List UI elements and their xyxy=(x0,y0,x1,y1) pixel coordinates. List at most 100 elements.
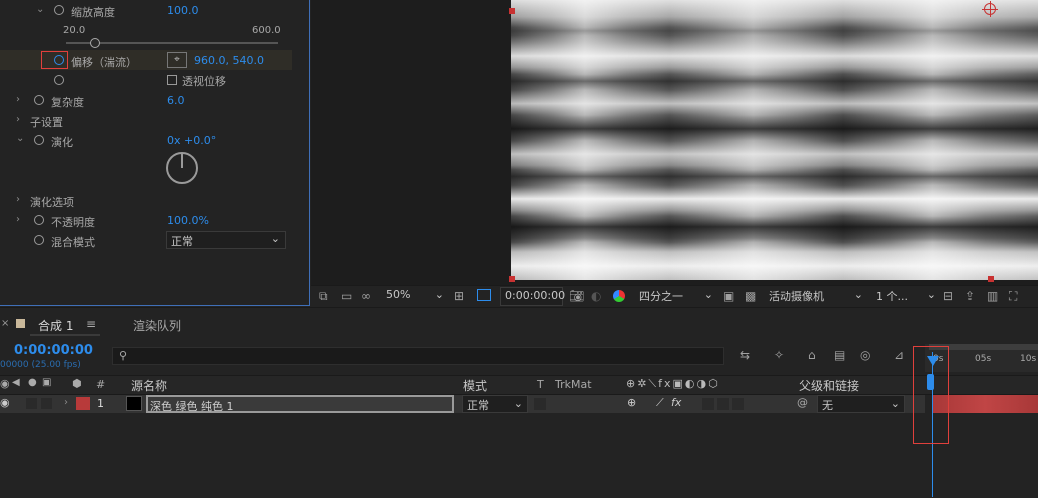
layer-mode-dropdown[interactable]: 正常 ⌄ xyxy=(462,395,528,413)
views-dropdown[interactable]: 1 个... ⌄ xyxy=(872,287,938,306)
shy-layers-icon[interactable]: ⌂ xyxy=(808,348,816,362)
color-channels-icon[interactable] xyxy=(613,290,625,302)
chevron-right-icon[interactable]: › xyxy=(16,194,20,205)
blend-mode-dropdown[interactable]: 正常 ⌄ xyxy=(166,231,286,249)
camera-dropdown[interactable]: 活动摄像机 ⌄ xyxy=(765,287,865,306)
offset-value[interactable]: 960.0, 540.0 xyxy=(194,54,264,67)
parent-value: 无 xyxy=(822,399,833,412)
ruler-label-10: 10s xyxy=(1020,354,1037,364)
region-of-interest-icon[interactable]: ⧉ xyxy=(319,289,328,304)
chevron-down-icon[interactable]: ⌄ xyxy=(36,4,44,15)
evolution-dial[interactable] xyxy=(166,152,198,184)
lock-icon[interactable]: ▣ xyxy=(42,377,51,388)
frame-handle[interactable] xyxy=(509,8,515,14)
slider-thumb[interactable] xyxy=(89,38,100,48)
grid-icon[interactable]: ⊞ xyxy=(454,289,464,303)
fast-preview-icon[interactable]: ▣ xyxy=(723,289,734,303)
quality-switch-icon[interactable]: ⟋ xyxy=(656,396,664,410)
draft-3d-icon[interactable]: ✧ xyxy=(774,348,784,362)
header-source-name[interactable]: 源名称 xyxy=(131,377,167,394)
switch-box[interactable] xyxy=(702,398,714,410)
stopwatch-icon[interactable] xyxy=(54,5,64,15)
panel-menu-icon[interactable]: ≡ xyxy=(86,317,96,331)
tab-composition[interactable]: 合成 1 xyxy=(38,317,73,334)
anchor-point-icon[interactable] xyxy=(982,1,998,17)
search-input[interactable] xyxy=(135,348,719,364)
fx-switch-icon[interactable]: fx xyxy=(671,396,681,409)
eye-icon[interactable]: ◉ xyxy=(0,396,10,409)
parent-dropdown[interactable]: 无 ⌄ xyxy=(817,395,905,413)
lock-toggle[interactable] xyxy=(41,398,52,409)
complexity-value[interactable]: 6.0 xyxy=(167,94,185,107)
motion-blur-icon[interactable]: ◎ xyxy=(860,348,870,362)
tab-underline xyxy=(30,334,100,336)
frame-handle[interactable] xyxy=(988,276,994,282)
timeline-search[interactable]: ⚲ xyxy=(112,347,724,365)
stopwatch-icon[interactable] xyxy=(54,75,64,85)
layer-row[interactable]: ◉ › 1 深色 绿色 纯色 1 正常 ⌄ ⊕ ⟋ fx @ 无 ⌄ xyxy=(0,395,925,413)
evolution-value[interactable]: 0x +0.0° xyxy=(167,134,216,147)
perspective-checkbox[interactable] xyxy=(167,75,177,85)
reset-exposure-icon[interactable]: ⊟ xyxy=(943,289,953,303)
transparency-grid-icon[interactable]: ▩ xyxy=(745,289,756,303)
solo-toggle[interactable] xyxy=(26,398,37,409)
crosshair-icon[interactable]: ⌖ xyxy=(167,52,187,68)
comp-color-swatch xyxy=(16,319,25,328)
blend-mode-label: 混合模式 xyxy=(51,236,95,249)
close-icon[interactable]: × xyxy=(1,318,9,329)
chevron-down-icon: ⌄ xyxy=(926,288,936,301)
opacity-value[interactable]: 100.0% xyxy=(167,214,209,227)
eye-icon[interactable]: ◉ xyxy=(0,377,10,390)
shy-switch-icon[interactable]: ⊕ xyxy=(627,396,636,409)
frame-blending-icon[interactable]: ▤ xyxy=(834,348,845,362)
graph-editor-icon[interactable]: ⊿ xyxy=(894,348,904,362)
chevron-right-icon[interactable]: › xyxy=(16,114,20,125)
pickwhip-icon[interactable]: @ xyxy=(797,396,808,409)
scale-height-value[interactable]: 100.0 xyxy=(167,4,199,17)
frame-handle[interactable] xyxy=(509,276,515,282)
stopwatch-icon[interactable] xyxy=(54,55,64,65)
camera-icon[interactable]: 📷︎ xyxy=(569,289,584,303)
solo-icon[interactable]: ● xyxy=(28,377,37,388)
speaker-icon[interactable]: ◀ xyxy=(12,377,20,388)
header-t: T xyxy=(537,378,544,391)
resolution-value: 四分之一 xyxy=(639,290,683,303)
zoom-dropdown[interactable]: 50% ⌄ xyxy=(382,287,448,306)
transparency-icon[interactable] xyxy=(477,289,491,301)
switch-box[interactable] xyxy=(717,398,729,410)
switches-icons[interactable]: ⊕✲⟍fx▣◐◑⬡ xyxy=(626,377,720,391)
camera-value: 活动摄像机 xyxy=(769,290,824,303)
viewer-timecode[interactable]: 0:00:00:00 xyxy=(500,287,565,306)
chevron-right-icon[interactable]: › xyxy=(64,397,68,408)
layer-label-color[interactable] xyxy=(76,397,90,410)
layer-mode-value: 正常 xyxy=(467,399,489,412)
flowchart-icon[interactable]: ⛶ xyxy=(1009,289,1017,304)
stopwatch-icon[interactable] xyxy=(34,215,44,225)
trkmat-toggle[interactable] xyxy=(534,398,546,410)
chevron-right-icon[interactable]: › xyxy=(16,94,20,105)
stopwatch-icon[interactable] xyxy=(34,95,44,105)
label-tag-icon[interactable]: ⬢ xyxy=(72,377,82,390)
effect-controls-panel: ⌄ 缩放高度 100.0 20.0 600.0 偏移（湍流） ⌖ 960.0, … xyxy=(0,0,310,306)
resolution-dropdown[interactable]: 四分之一 ⌄ xyxy=(635,287,715,306)
chevron-down-icon[interactable]: ⌄ xyxy=(16,133,24,144)
chart-icon[interactable]: ▥ xyxy=(987,289,998,303)
composition-frame[interactable] xyxy=(511,0,1038,280)
tab-render-queue[interactable]: 渲染队列 xyxy=(133,317,181,334)
timeline-timecode[interactable]: 0:00:00:00 xyxy=(14,343,93,358)
stopwatch-icon[interactable] xyxy=(34,135,44,145)
mask-icon[interactable]: ∞ xyxy=(361,289,371,303)
comp-flowchart-icon[interactable]: ⇆ xyxy=(740,348,750,362)
header-parent[interactable]: 父级和链接 xyxy=(799,377,859,394)
switch-box[interactable] xyxy=(732,398,744,410)
snapshot-icon[interactable]: ◐ xyxy=(591,289,601,303)
slider-min-label: 20.0 xyxy=(63,25,86,36)
share-icon[interactable]: ⇪ xyxy=(965,289,975,303)
chevron-down-icon: ⌄ xyxy=(270,232,280,245)
header-mode[interactable]: 模式 xyxy=(463,377,487,394)
monitor-icon[interactable]: ▭ xyxy=(341,289,352,303)
scale-height-slider[interactable] xyxy=(66,38,278,48)
stopwatch-icon[interactable] xyxy=(34,235,44,245)
layer-name-field[interactable]: 深色 绿色 纯色 1 xyxy=(146,395,454,413)
chevron-right-icon[interactable]: › xyxy=(16,214,20,225)
